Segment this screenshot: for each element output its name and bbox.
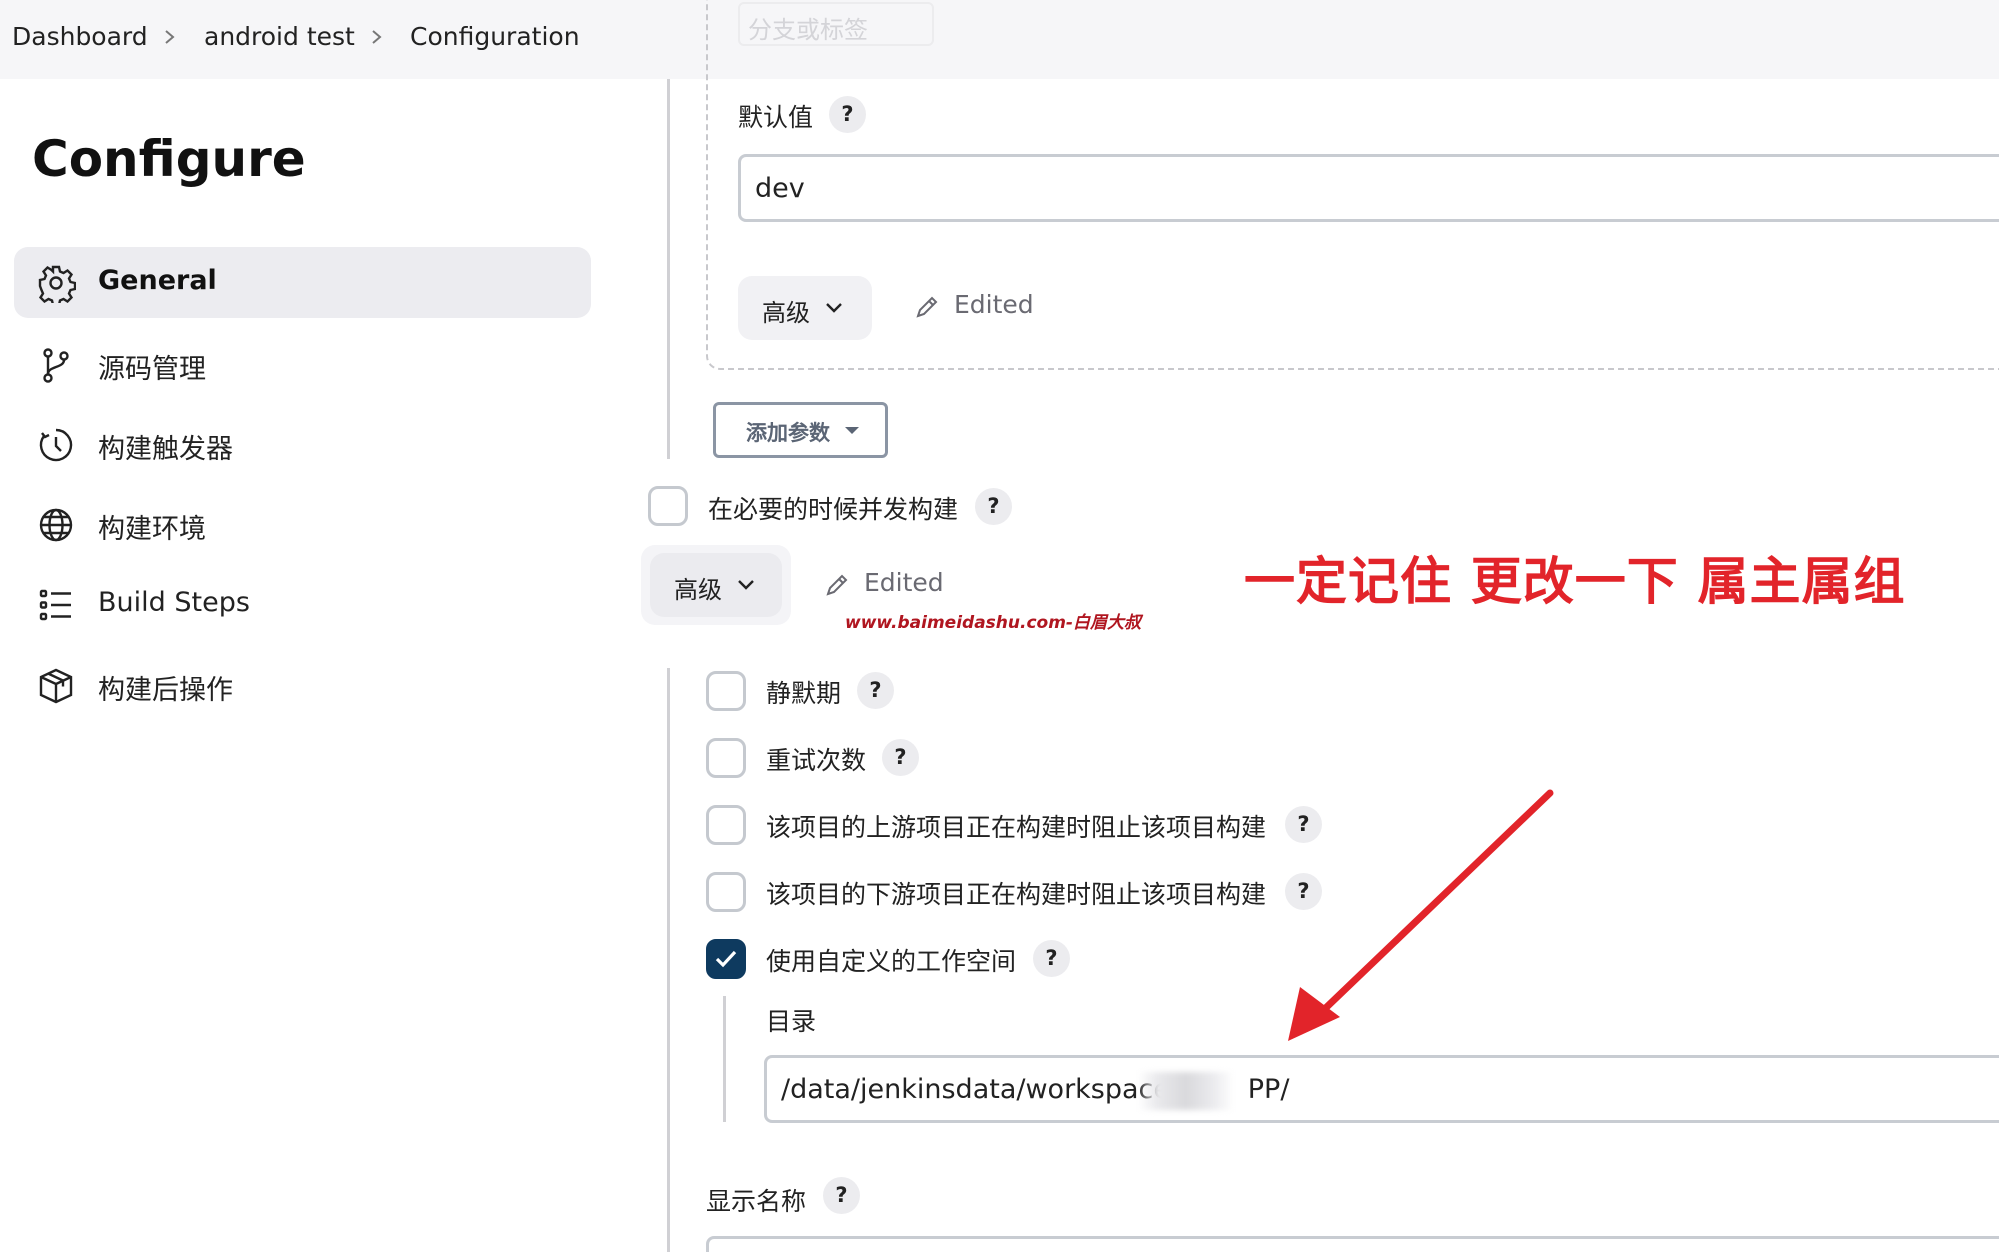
help-icon[interactable]: ?	[882, 739, 919, 776]
sidebar-item-build-triggers[interactable]: 构建触发器	[14, 409, 591, 480]
workspace-indent-line	[723, 996, 726, 1122]
sidebar-item-build-steps[interactable]: Build Steps	[14, 569, 591, 640]
sidebar-item-label: General	[98, 265, 217, 296]
annotation-text: 一定记住 更改一下 属主属组	[1244, 553, 1906, 612]
option-label: 静默期	[766, 679, 842, 708]
page-title: Configure	[32, 130, 306, 188]
breadcrumb-project[interactable]: android test	[204, 22, 355, 51]
retry-count-checkbox[interactable]	[706, 738, 746, 778]
sidebar-item-label: 构建触发器	[98, 434, 233, 465]
default-value-input[interactable]: dev	[738, 154, 1999, 222]
sidebar-item-general[interactable]: General	[14, 247, 591, 318]
advanced-button[interactable]: 高级	[650, 553, 782, 617]
chevron-down-icon	[736, 575, 756, 595]
option-label: 使用自定义的工作空间	[766, 947, 1017, 976]
custom-workspace-checkbox[interactable]	[706, 939, 746, 979]
block-upstream-checkbox[interactable]	[706, 805, 746, 845]
directory-input[interactable]: /data/jenkinsdata/workspace/ PP/	[764, 1055, 1999, 1123]
chevron-right-icon	[163, 22, 177, 52]
sidebar-item-label: 构建环境	[98, 514, 206, 545]
help-icon[interactable]: ?	[823, 1177, 860, 1214]
default-value-label: 默认值	[738, 103, 814, 132]
caret-down-icon	[845, 427, 859, 434]
help-icon[interactable]: ?	[829, 96, 866, 133]
block-downstream-checkbox[interactable]	[706, 872, 746, 912]
directory-label: 目录	[766, 1007, 817, 1036]
chevron-down-icon	[824, 298, 844, 318]
sidebar-item-label: 构建后操作	[98, 675, 233, 706]
param-advanced-button[interactable]: 高级	[738, 276, 872, 340]
sidebar-item-post-build[interactable]: 构建后操作	[14, 650, 591, 721]
sidebar-item-source-control[interactable]: 源码管理	[14, 329, 591, 400]
pencil-icon	[824, 572, 850, 598]
pencil-icon	[914, 294, 940, 320]
concurrent-build-checkbox[interactable]	[648, 486, 688, 526]
box-icon	[36, 666, 76, 706]
add-parameter-button[interactable]: 添加参数	[713, 402, 888, 458]
redacted-patch	[1138, 1072, 1234, 1110]
sidebar-item-label: Build Steps	[98, 587, 250, 618]
help-icon[interactable]: ?	[1033, 940, 1070, 977]
breadcrumb-dashboard[interactable]: Dashboard	[12, 22, 148, 51]
watermark-text: www.baimeidashu.com-白眉大叔	[845, 613, 1141, 633]
section-divider	[667, 668, 670, 1252]
option-label: 该项目的上游项目正在构建时阻止该项目构建	[766, 813, 1267, 842]
timer-icon	[36, 425, 76, 465]
display-name-label: 显示名称	[706, 1187, 807, 1216]
edited-label: Edited	[954, 290, 1034, 319]
branch-icon	[36, 345, 76, 385]
globe-icon	[36, 505, 76, 545]
section-divider	[667, 79, 670, 459]
sidebar-item-build-env[interactable]: 构建环境	[14, 489, 591, 560]
branch-tag-select[interactable]: 分支或标签	[738, 2, 934, 46]
sidebar-item-label: 源码管理	[98, 354, 206, 385]
list-icon	[36, 585, 76, 625]
help-icon[interactable]: ?	[857, 672, 894, 709]
option-label: 该项目的下游项目正在构建时阻止该项目构建	[766, 880, 1267, 909]
edited-label: Edited	[864, 568, 944, 597]
display-name-input[interactable]	[706, 1236, 1999, 1252]
chevron-right-icon	[370, 22, 384, 52]
concurrent-build-label: 在必要的时候并发构建	[708, 495, 959, 524]
help-icon[interactable]: ?	[975, 488, 1012, 525]
quiet-period-checkbox[interactable]	[706, 671, 746, 711]
gear-icon	[36, 263, 77, 307]
checkmark-icon	[715, 950, 737, 968]
option-label: 重试次数	[766, 746, 867, 775]
breadcrumb-configuration[interactable]: Configuration	[410, 22, 580, 51]
red-arrow-icon	[1288, 789, 1554, 1041]
